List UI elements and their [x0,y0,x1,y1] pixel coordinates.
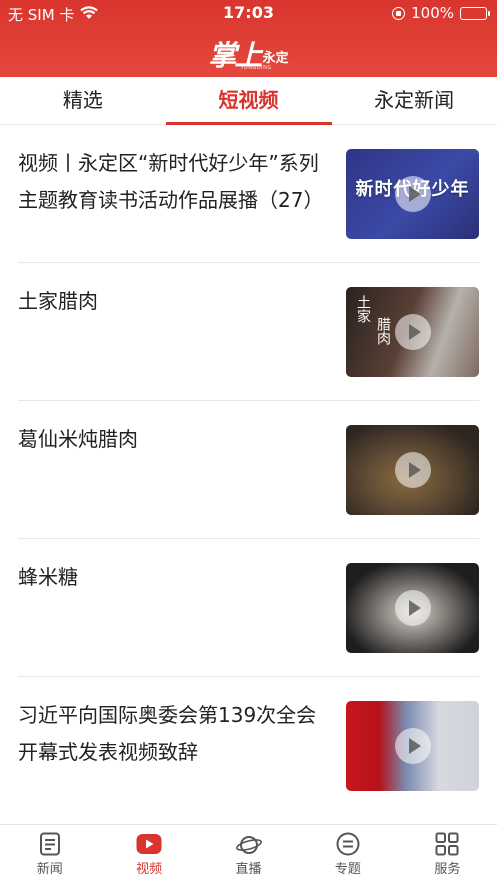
nav-label: 直播 [235,862,262,877]
video-list-item[interactable]: 蜂米糖 [18,539,479,677]
category-tabs: 精选 短视频 永定新闻 [0,77,497,125]
play-icon[interactable] [394,314,431,350]
video-thumbnail[interactable]: 新时代好少年 [346,149,479,239]
nav-live[interactable]: 直播 [199,825,298,883]
topic-icon [336,832,360,856]
tab-yongding-news[interactable]: 永定新闻 [331,77,497,124]
app-header: 无 SIM 卡 17:03 100% 掌上 永定 YONGDING [0,0,497,77]
news-icon [39,832,60,856]
logo-sub-text: YONGDING [240,65,272,71]
nav-label: 专题 [334,862,361,877]
video-title[interactable]: 蜂米糖 [18,559,328,596]
bottom-navigation: 新闻 视频 直播 专题 服务 [0,824,497,883]
app-logo: 掌上 永定 YONGDING [0,34,497,74]
play-icon[interactable] [394,590,431,626]
play-icon[interactable] [394,728,431,764]
nav-label: 视频 [136,862,163,877]
orientation-lock-icon [392,6,406,20]
play-icon[interactable] [394,452,431,488]
video-list-item[interactable]: 习近平向国际奥委会第139次全会开幕式发表视频致辞 [18,677,479,815]
video-thumbnail[interactable] [346,701,479,791]
video-thumbnail[interactable] [346,425,479,515]
status-bar: 无 SIM 卡 17:03 100% [0,0,497,26]
video-list-item[interactable]: 视频丨永定区“新时代好少年”系列主题教育读书活动作品展播（27） 新时代好少年 [18,125,479,263]
nav-video[interactable]: 视频 [99,825,198,883]
video-title[interactable]: 葛仙米炖腊肉 [18,421,328,458]
battery-percent: 100% [411,4,454,22]
nav-label: 新闻 [36,862,63,877]
nav-service[interactable]: 服务 [398,825,497,883]
video-thumbnail[interactable] [346,563,479,653]
video-title[interactable]: 土家腊肉 [18,283,328,320]
nav-topic[interactable]: 专题 [298,825,397,883]
video-thumbnail[interactable]: 土家 腊肉 [346,287,479,377]
app-root: 无 SIM 卡 17:03 100% 掌上 永定 YONGDING 精选 短视频… [0,0,497,883]
status-right: 100% [392,4,490,22]
live-icon [235,836,262,854]
grid-icon [435,832,459,856]
video-list-item[interactable]: 葛仙米炖腊肉 [18,401,479,539]
play-icon[interactable] [394,176,431,212]
nav-news[interactable]: 新闻 [0,825,99,883]
video-list-item[interactable]: 土家腊肉 土家 腊肉 [18,263,479,401]
nav-label: 服务 [434,862,461,877]
logo-small-text: 永定 [262,51,289,66]
tab-short-video[interactable]: 短视频 [165,77,332,125]
video-icon [136,834,162,854]
video-title[interactable]: 视频丨永定区“新时代好少年”系列主题教育读书活动作品展播（27） [18,145,328,219]
thumbnail-caption: 土家 [355,295,371,323]
battery-icon [460,6,490,20]
tab-featured[interactable]: 精选 [0,77,166,124]
video-list: 视频丨永定区“新时代好少年”系列主题教育读书活动作品展播（27） 新时代好少年 … [0,125,497,815]
thumbnail-caption: 腊肉 [375,317,391,345]
video-title[interactable]: 习近平向国际奥委会第139次全会开幕式发表视频致辞 [18,697,328,771]
